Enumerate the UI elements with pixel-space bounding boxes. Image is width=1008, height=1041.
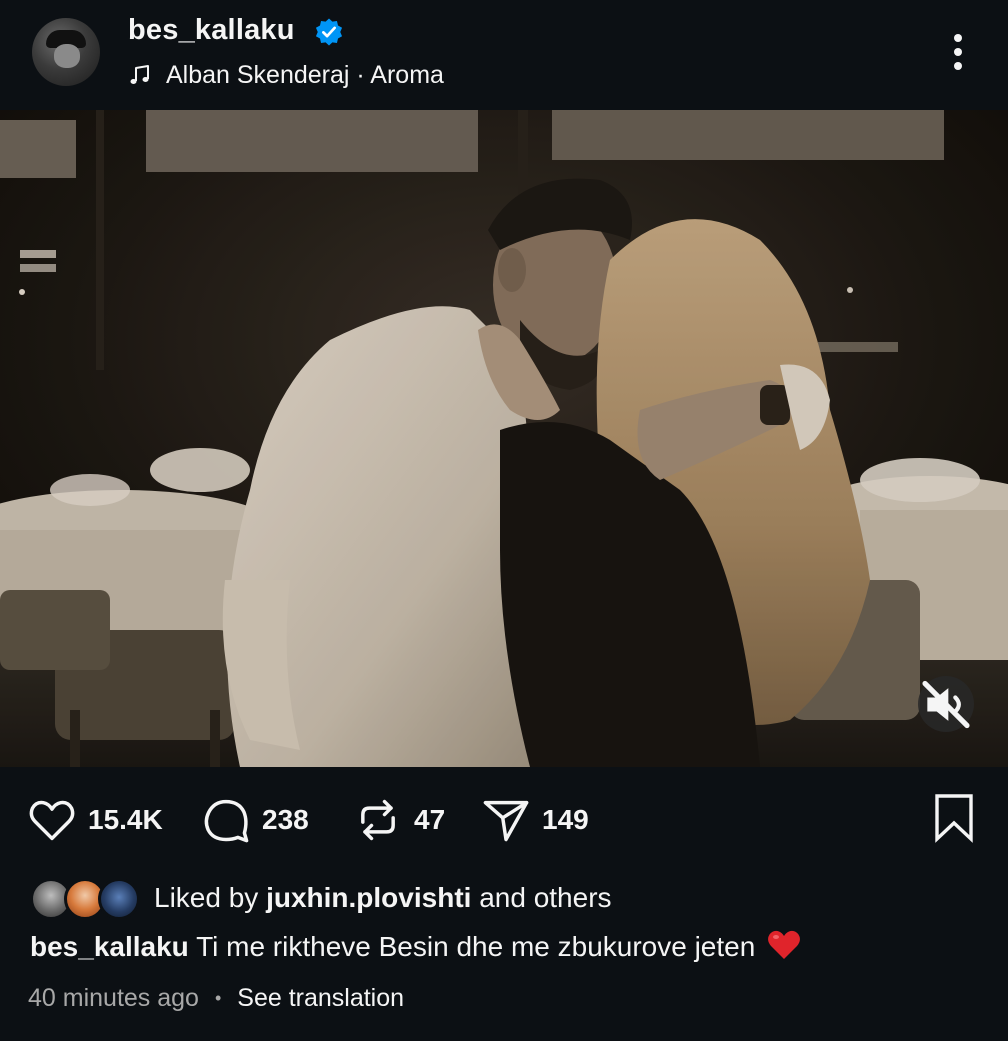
liked-by-user[interactable]: juxhin.plovishti: [266, 882, 471, 913]
comment-count[interactable]: 238: [262, 804, 309, 836]
share-button[interactable]: 149: [480, 790, 589, 850]
red-heart-emoji-icon: [768, 930, 801, 959]
author-username[interactable]: bes_kallaku: [128, 14, 295, 47]
mute-toggle[interactable]: [918, 676, 974, 732]
post-timestamp: 40 minutes ago: [28, 984, 199, 1012]
music-note-icon: [130, 65, 149, 84]
heart-icon: [29, 800, 75, 841]
liker-avatar: [98, 878, 140, 920]
bookmark-icon: [935, 794, 973, 843]
speaker-muted-icon: [922, 680, 970, 728]
audio-track-label: Alban Skenderaj · Aroma: [166, 60, 444, 89]
post-media[interactable]: [0, 110, 1008, 767]
verified-badge-icon: [315, 18, 343, 46]
liked-by-text: Liked by juxhin.plovishti and others: [154, 882, 612, 914]
liked-by-prefix: Liked by: [154, 882, 259, 913]
liker-avatars: [30, 876, 142, 920]
author-avatar[interactable]: [32, 18, 100, 86]
like-count[interactable]: 15.4K: [88, 804, 163, 836]
liked-by-row[interactable]: Liked by juxhin.plovishti and others: [30, 874, 612, 922]
repost-icon: [361, 799, 395, 841]
post-meta: 40 minutes ago • See translation: [28, 984, 404, 1013]
liked-by-suffix[interactable]: and others: [479, 882, 611, 913]
more-vertical-icon[interactable]: [944, 30, 972, 74]
separator-dot: •: [214, 988, 222, 1008]
repost-button[interactable]: 47: [352, 790, 445, 850]
repost-count[interactable]: 47: [414, 804, 445, 836]
paper-plane-icon: [483, 800, 529, 842]
comment-button[interactable]: 238: [200, 790, 309, 850]
caption-username[interactable]: bes_kallaku: [30, 931, 189, 962]
action-bar: 15.4K 238 47 149: [0, 790, 1008, 850]
audio-attribution[interactable]: Alban Skenderaj · Aroma: [128, 58, 444, 92]
see-translation-link[interactable]: See translation: [237, 984, 404, 1013]
caption-text: Ti me riktheve Besin dhe me zbukurove je…: [196, 931, 756, 962]
like-button[interactable]: 15.4K: [26, 790, 163, 850]
post-header: bes_kallaku Alban Skenderaj · Aroma: [0, 0, 1008, 110]
save-button[interactable]: [930, 790, 978, 846]
comment-bubble-icon: [204, 799, 249, 843]
share-count[interactable]: 149: [542, 804, 589, 836]
post-photo: [0, 110, 1008, 767]
post-caption: bes_kallaku Ti me riktheve Besin dhe me …: [30, 930, 801, 963]
